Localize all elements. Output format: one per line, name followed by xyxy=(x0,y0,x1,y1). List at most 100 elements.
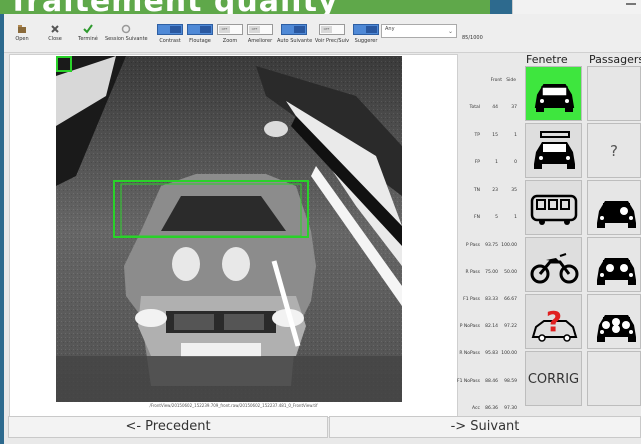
image-pane: /FrontView/20150602_152239.709_front.raw… xyxy=(9,54,458,418)
passagers-option-question-icon[interactable]: ? xyxy=(587,123,641,178)
stat-name: F1 Pass xyxy=(463,297,480,302)
stat-side: 98.59 xyxy=(504,379,517,384)
vehicle-photo[interactable] xyxy=(56,56,402,402)
ameliorer-label: Ameliorer xyxy=(247,38,273,44)
toggle-suggerer[interactable]: Suggerer xyxy=(353,14,379,44)
stats-table: Front Side Total 44 37 TP 15 1 FP 1 0 TN 23 35 FN 5 1 P… xyxy=(454,54,524,416)
fenetre-option-motorcycle-icon[interactable] xyxy=(525,237,582,292)
header-side: Side xyxy=(506,78,516,83)
suggerer-label: Suggerer xyxy=(354,38,378,44)
fenetre-header: Fenetre xyxy=(526,53,568,66)
toolbar: Open Close Terminé Session Suivante Cont… xyxy=(4,14,641,53)
stat-front: 82.14 xyxy=(485,324,498,329)
session-icon xyxy=(121,24,131,34)
voir-prec-suiv-label: Voir Prec/Suiv xyxy=(314,38,350,44)
close-label: Close xyxy=(48,36,62,42)
toggle-voir-prec-suiv[interactable]: OFF Voir Prec/Suiv xyxy=(314,14,350,44)
passagers-option-car-many-passengers-icon[interactable] xyxy=(587,294,641,349)
fenetre-option-bus-icon[interactable] xyxy=(525,180,582,235)
stat-front: 93.75 xyxy=(485,243,498,248)
close-button[interactable]: Close xyxy=(44,14,66,52)
bus-icon xyxy=(530,194,578,225)
stat-name: P Pass xyxy=(465,243,480,248)
ameliorer-switch[interactable]: OFF xyxy=(247,24,273,35)
banner-title: Traitement quality xyxy=(8,0,338,14)
passagers-option-car-two-passengers-icon[interactable] xyxy=(587,237,641,292)
session-suivante-label: Session Suivante xyxy=(105,36,148,42)
stat-name: TP xyxy=(474,133,480,138)
image-path: /FrontView/20150602_152239.709_front.raw… xyxy=(149,403,318,408)
stat-side: 100.00 xyxy=(501,243,517,248)
floutage-switch[interactable] xyxy=(187,24,213,35)
stat-front: 95.83 xyxy=(485,351,498,356)
fenetre-option-car-window-front-icon[interactable] xyxy=(525,66,582,121)
open-button[interactable]: Open xyxy=(12,14,32,52)
contrast-label: Contrast xyxy=(159,38,181,44)
stat-name: R Pass xyxy=(465,270,480,275)
car-window-front-icon xyxy=(534,84,575,112)
stat-side: 1 xyxy=(514,215,517,220)
open-icon xyxy=(18,25,26,33)
minimize-icon[interactable] xyxy=(626,3,636,5)
stat-side: 50.00 xyxy=(504,270,517,275)
stat-front: 75.00 xyxy=(485,270,498,275)
suggerer-switch[interactable] xyxy=(353,24,379,35)
chevron-down-icon: ⌄ xyxy=(447,28,453,35)
zoom-switch[interactable]: OFF xyxy=(217,24,243,35)
stat-side: 66.67 xyxy=(504,297,517,302)
car-many-passengers-icon xyxy=(597,315,636,342)
question-icon: ? xyxy=(610,142,618,160)
precedent-button[interactable]: <- Precedent xyxy=(8,416,328,438)
header-front: Front xyxy=(490,78,502,83)
toggle-floutage[interactable]: Floutage xyxy=(186,14,214,44)
main-window: Open Close Terminé Session Suivante Cont… xyxy=(4,14,641,444)
stat-side: 100.00 xyxy=(501,351,517,356)
fenetre-option-unknown-car-icon[interactable]: ? xyxy=(525,294,582,349)
stat-name: FP xyxy=(474,160,480,165)
passagers-option-empty[interactable] xyxy=(587,351,641,406)
stat-side: 97.22 xyxy=(504,324,517,329)
fenetre-option-corrig[interactable]: CORRIG xyxy=(525,351,582,406)
filter-select-value: Any xyxy=(385,26,395,32)
stat-name: TN xyxy=(473,188,480,193)
stat-front: 86.36 xyxy=(485,406,498,411)
toggle-auto-suivante[interactable]: Auto Suivante xyxy=(277,14,312,44)
passagers-option-car-one-passenger-icon[interactable] xyxy=(587,180,641,235)
stat-side: 97.30 xyxy=(504,406,517,411)
stat-side: 35 xyxy=(511,188,517,193)
ameliorer-state: OFF xyxy=(249,26,260,33)
passagers-header: Passagers xyxy=(589,53,641,66)
fenetre-option-car-window-side-icon[interactable] xyxy=(525,123,582,178)
termine-button[interactable]: Terminé xyxy=(74,14,102,52)
stat-front: 5 xyxy=(495,215,498,220)
toggle-contrast[interactable]: Contrast xyxy=(156,14,184,44)
unknown-car-icon: ? xyxy=(531,305,578,342)
stat-side: 0 xyxy=(514,160,517,165)
passagers-option-empty[interactable] xyxy=(587,66,641,121)
session-suivante-button[interactable]: Session Suivante xyxy=(105,14,148,52)
car-one-passenger-icon xyxy=(597,201,636,228)
filter-select[interactable]: Any ⌄ xyxy=(381,24,457,38)
contrast-switch[interactable] xyxy=(157,24,183,35)
stat-side: 37 xyxy=(511,105,517,110)
auto-suivante-switch[interactable] xyxy=(281,24,307,35)
zoom-label: Zoom xyxy=(222,38,238,44)
zoom-state: OFF xyxy=(219,26,230,33)
stat-name: Total xyxy=(469,105,480,110)
check-icon xyxy=(83,24,93,34)
app-banner: Traitement quality xyxy=(0,0,490,14)
stat-front: 15 xyxy=(492,133,498,138)
voir-prec-suiv-switch[interactable]: OFF xyxy=(319,24,345,35)
car-two-passengers-icon xyxy=(597,258,636,285)
stat-name: P NoPass xyxy=(459,324,480,329)
stat-name: Acc xyxy=(472,406,480,411)
stat-name: FN xyxy=(474,215,480,220)
toggle-ameliorer[interactable]: OFF Ameliorer xyxy=(246,14,274,44)
close-icon xyxy=(51,25,59,33)
stat-front: 88.46 xyxy=(485,379,498,384)
toggle-zoom[interactable]: OFF Zoom xyxy=(216,14,244,44)
corrig-label: CORRIG xyxy=(527,372,580,387)
stat-front: 44 xyxy=(492,105,498,110)
stat-side: 1 xyxy=(514,133,517,138)
suivant-button[interactable]: -> Suivant xyxy=(329,416,641,438)
